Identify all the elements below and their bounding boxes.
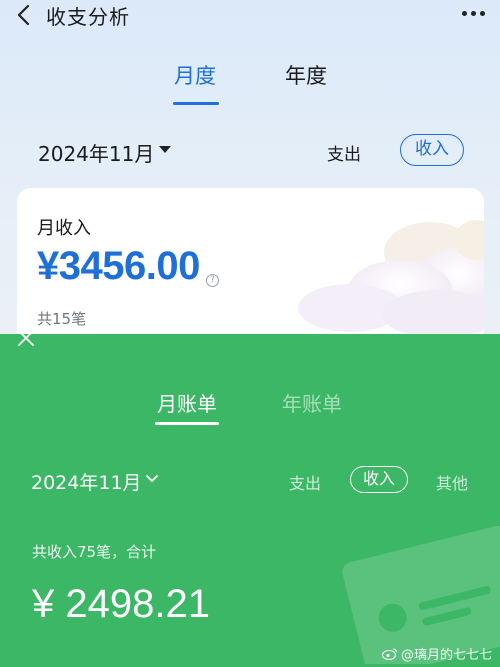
tab-monthly[interactable]: 月度 bbox=[174, 60, 216, 90]
period-tabs: 月度 年度 bbox=[0, 60, 500, 108]
income-amount: ¥3456.00 bbox=[37, 244, 200, 288]
cloud-illustration-icon bbox=[298, 220, 484, 334]
watermark-text: @璃月的七七七 bbox=[400, 648, 492, 663]
wechat-panel: 月账单 年账单 2024年11月 支出 收入 其他 共收入75笔，合计 ¥ 24… bbox=[0, 334, 500, 667]
expense-filter[interactable]: 支出 bbox=[289, 470, 321, 494]
page-title: 收支分析 bbox=[46, 5, 130, 29]
alipay-panel: 收支分析 月度 年度 2024年11月 支出 收入 月收入 ¥3456.00 ?… bbox=[0, 0, 500, 334]
back-arrow-icon[interactable] bbox=[14, 3, 36, 27]
tab-monthly-bill[interactable]: 月账单 bbox=[157, 388, 217, 417]
expense-filter[interactable]: 支出 bbox=[327, 140, 361, 165]
help-icon[interactable]: ? bbox=[206, 274, 219, 287]
card-illustration-icon bbox=[342, 525, 500, 664]
chevron-down-icon[interactable] bbox=[145, 472, 159, 486]
monthly-income-card: 月收入 ¥3456.00 ? 共15笔 bbox=[17, 188, 484, 334]
filter-row: 2024年11月 支出 收入 bbox=[0, 132, 500, 172]
transaction-count: 共15笔 bbox=[37, 310, 87, 328]
active-tab-indicator bbox=[173, 102, 219, 105]
tab-yearly-bill[interactable]: 年账单 bbox=[282, 388, 342, 417]
tab-yearly[interactable]: 年度 bbox=[285, 60, 327, 90]
month-selector[interactable]: 2024年11月 bbox=[31, 468, 142, 495]
caret-down-icon[interactable] bbox=[159, 146, 171, 153]
watermark: @璃月的七七七 bbox=[381, 644, 492, 663]
close-icon[interactable] bbox=[17, 334, 35, 347]
other-filter[interactable]: 其他 bbox=[436, 470, 468, 494]
weibo-icon bbox=[381, 648, 398, 660]
bill-tabs: 月账单 年账单 bbox=[0, 388, 500, 428]
card-label: 月收入 bbox=[37, 218, 91, 239]
total-amount: ¥ 2498.21 bbox=[32, 582, 210, 626]
more-options-icon[interactable] bbox=[462, 6, 486, 20]
income-filter[interactable]: 收入 bbox=[350, 466, 408, 493]
income-filter[interactable]: 收入 bbox=[400, 134, 464, 166]
month-selector[interactable]: 2024年11月 bbox=[38, 138, 154, 167]
active-tab-indicator bbox=[155, 422, 219, 425]
nav-bar: 收支分析 bbox=[0, 0, 500, 32]
income-summary: 共收入75笔，合计 bbox=[32, 543, 157, 561]
filter-row: 2024年11月 支出 收入 其他 bbox=[0, 466, 500, 496]
